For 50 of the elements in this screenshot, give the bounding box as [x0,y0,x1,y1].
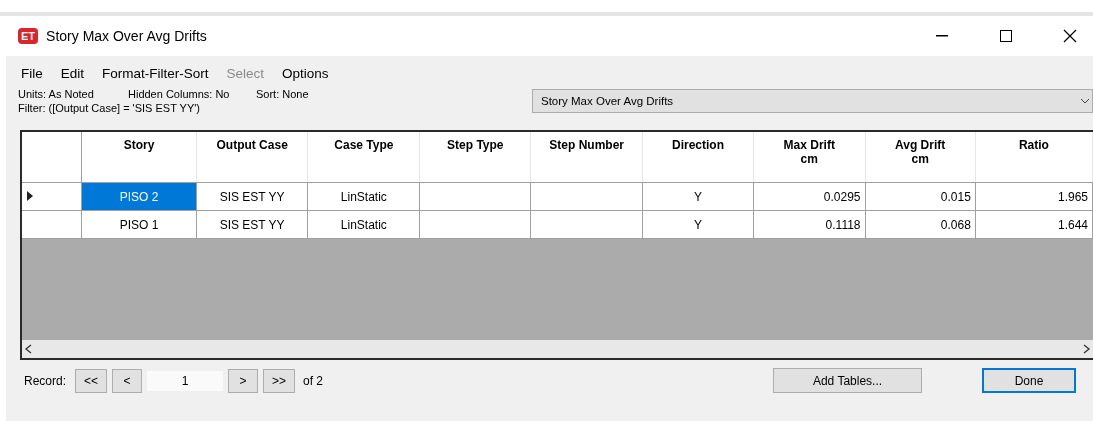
table-cell: 0.0295 [823,189,861,204]
table-cell: 1.965 [1057,189,1088,204]
previous-record-button[interactable]: < [112,368,142,393]
column-header[interactable]: Step Number [530,132,643,183]
window-title: Story Max Over Avg Drifts [46,28,208,44]
menu-item[interactable]: File [12,63,52,83]
minimize-icon[interactable] [936,35,948,37]
last-record-button[interactable]: >> [263,368,296,393]
next-record-button[interactable]: > [228,368,258,393]
table-cell: PISO 1 [119,217,159,232]
table-cell: Y [694,217,702,232]
column-header[interactable]: Direction [642,132,754,183]
record-field[interactable]: 1 [147,370,223,391]
table-cell: Y [694,189,702,204]
table-cell: PISO 2 [119,189,159,204]
column-header[interactable]: Case Type [307,132,420,183]
hidden-columns-label: Hidden Columns: No [128,88,231,100]
table-cell: 0.015 [940,189,971,204]
chevron-down-icon [1080,98,1090,104]
app-logo: ET [18,28,39,44]
row-header[interactable] [22,182,82,211]
row-header[interactable] [22,210,82,239]
table-cell: LinStatic [340,189,387,204]
first-record-button[interactable]: << [75,368,107,393]
filter-label: Filter: ([Output Case] = 'SIS EST YY') [18,102,201,114]
add-tables-button[interactable]: Add Tables... [773,368,922,393]
record-label: Record: [24,373,68,388]
column-header[interactable]: Avg Drift cm [865,132,976,183]
record-count: of 2 [303,373,325,388]
table-cell: 0.1118 [825,217,861,232]
menu-item[interactable]: Edit [51,63,94,83]
close-icon[interactable] [1063,29,1077,43]
table-cell: 0.068 [940,217,971,232]
column-header[interactable]: Story [81,132,197,183]
row-indicator-icon [26,190,34,201]
table-cell: 1.644 [1057,217,1088,232]
units-label: Units: As Noted [18,88,95,100]
menu-item[interactable]: Format-Filter-Sort [93,63,218,83]
table-cell: SIS EST YY [219,217,285,232]
menu-item[interactable]: Options [273,63,338,83]
table-dropdown[interactable]: Story Max Over Avg Drifts [532,89,1093,113]
table-cell: SIS EST YY [219,189,285,204]
column-header[interactable]: Output Case [196,132,308,183]
maximize-icon[interactable] [1000,30,1012,42]
table-cell: LinStatic [340,217,387,232]
column-header[interactable]: Ratio [975,132,1093,183]
column-header[interactable]: Step Type [419,132,531,183]
done-button[interactable]: Done [982,368,1076,393]
sort-label: Sort: None [256,88,309,100]
column-header[interactable]: Max Drift cm [753,132,865,183]
